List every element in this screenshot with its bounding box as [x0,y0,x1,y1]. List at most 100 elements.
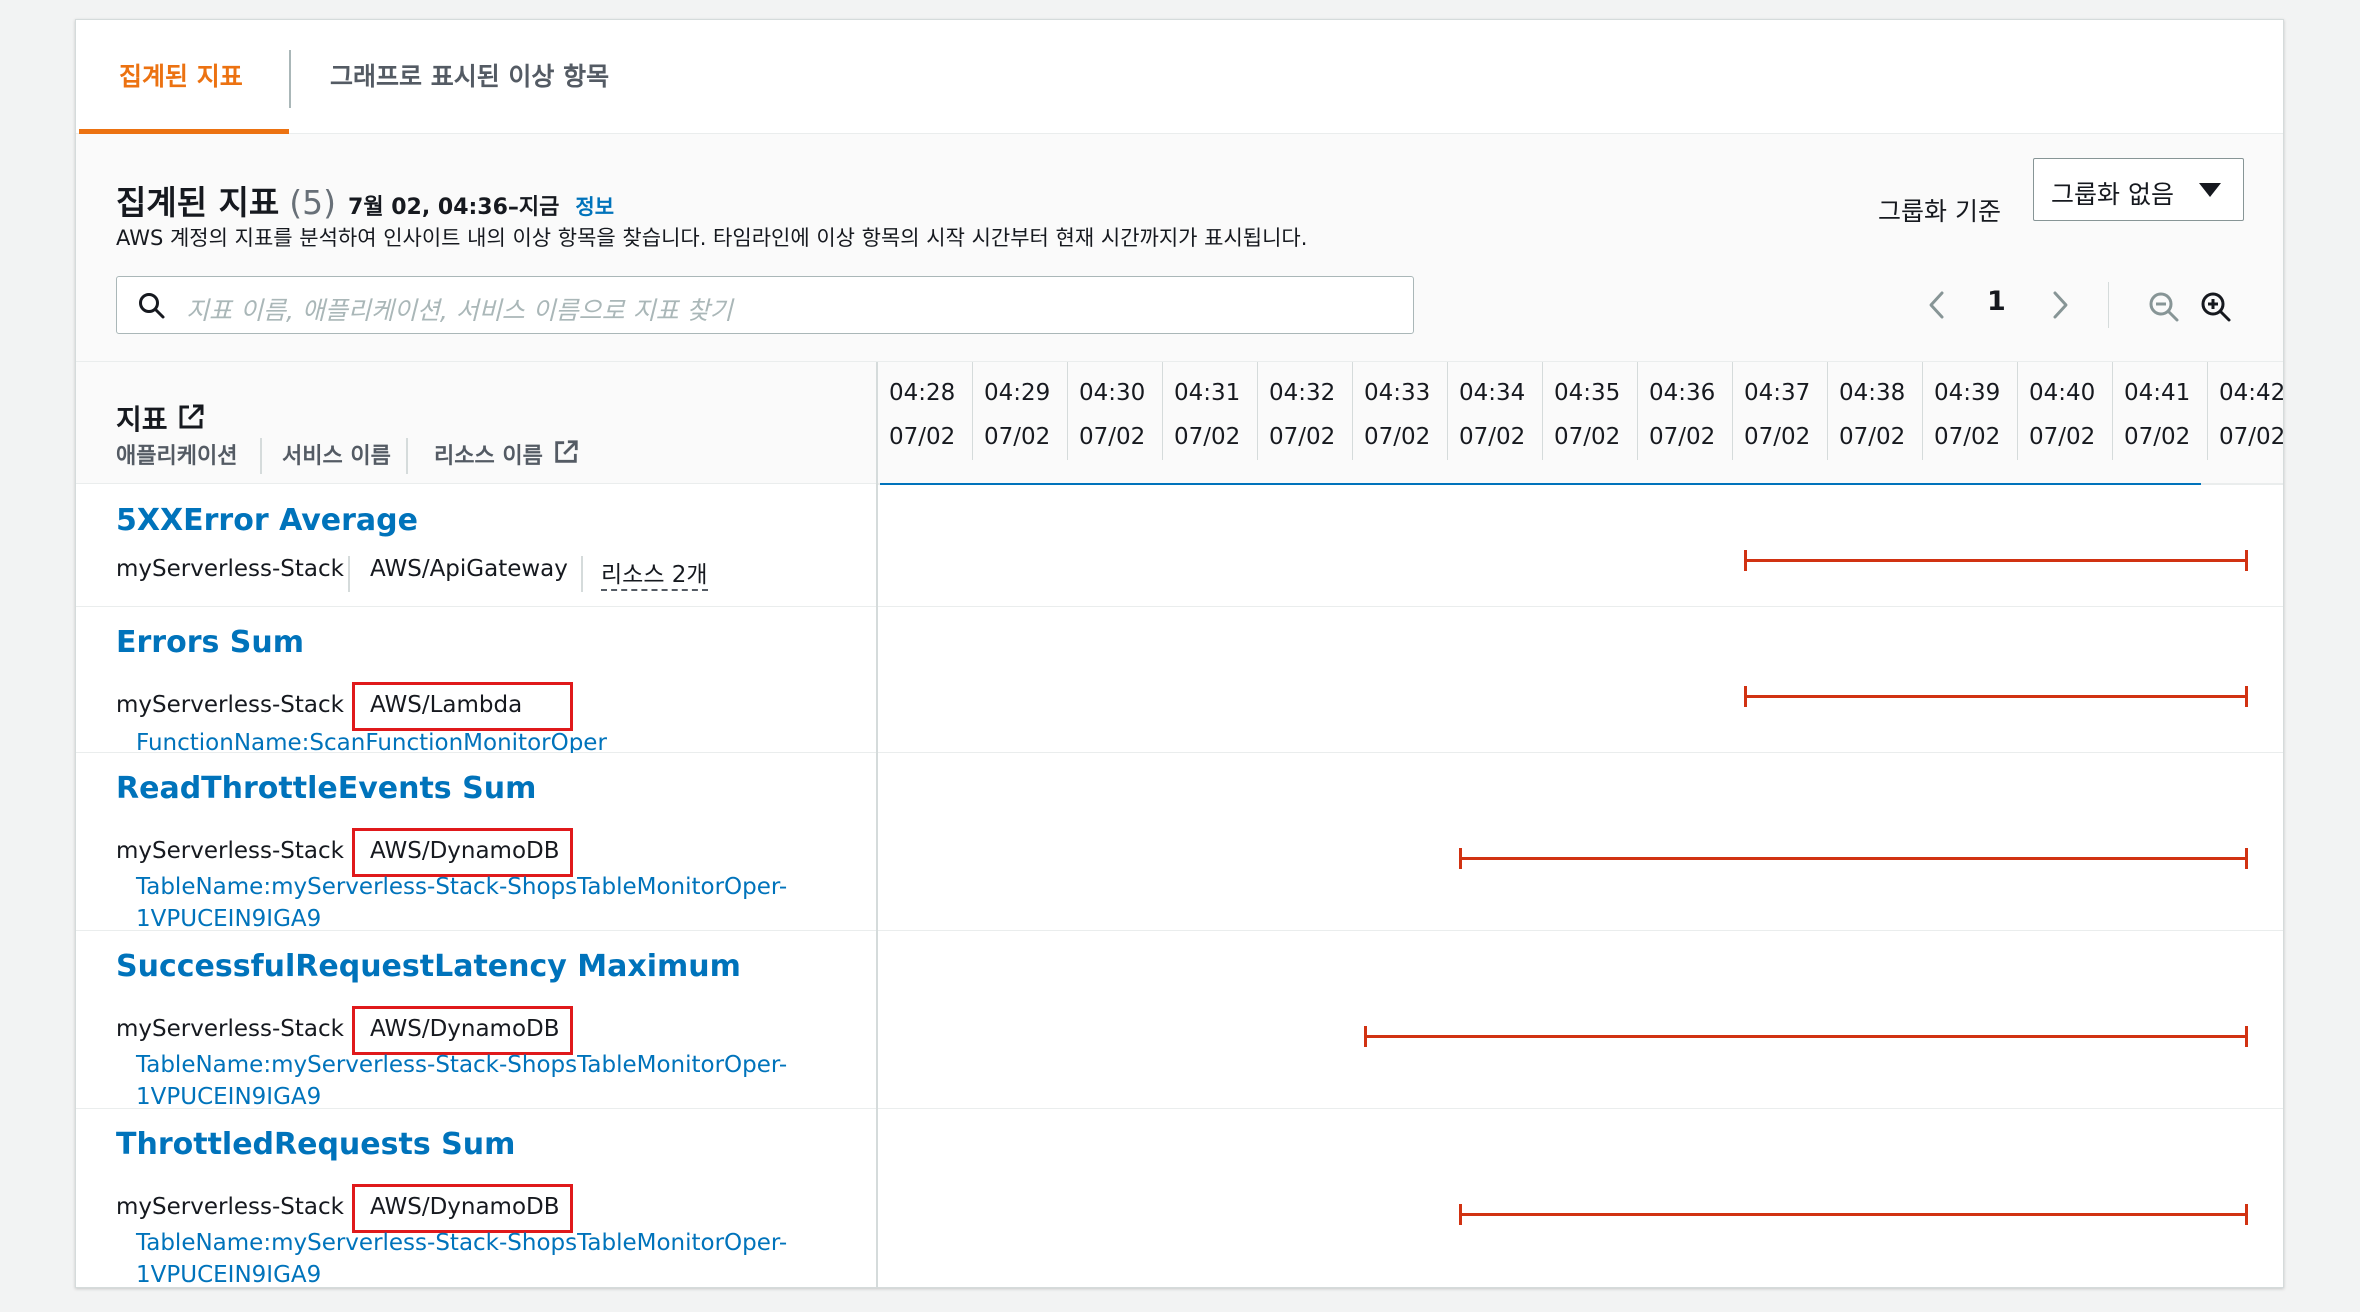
timeline-date-label: 07/02 [1174,424,1241,450]
resource-name-link[interactable]: TableName:myServerless-Stack-ShopsTableM… [136,1227,788,1287]
timeline-column-divider [2112,362,2113,460]
timeline-column-divider [2017,362,2018,460]
group-by-label: 그룹화 기준 [1878,197,2001,226]
external-link-icon[interactable] [176,402,206,432]
next-page-icon[interactable] [2046,282,2076,328]
resource-name-link[interactable]: TableName:myServerless-Stack-ShopsTableM… [136,1049,787,1113]
caret-down-icon [2199,183,2221,197]
timeline-time-label: 04:34 [1459,380,1526,406]
timeline-date-label: 07/02 [2124,424,2191,450]
tab-aggregated-metrics[interactable]: 집계된 지표 [119,20,243,134]
resource-name-line: TableName:myServerless-Stack-ShopsTableM… [136,1230,788,1256]
metric-name-link[interactable]: 5XXError Average [116,503,418,538]
timeline-column: 04:30 07/02 [1068,362,1163,462]
timeline-column: 04:41 07/02 [2113,362,2208,462]
service-highlight-box [352,828,573,877]
title-row: 집계된 지표 (5) 7월 02, 04:36–지금 정보 [116,176,614,224]
resource-column-header: 리소스 이름 [434,444,543,469]
search-placeholder: 지표 이름, 애플리케이션, 서비스 이름으로 지표 찾기 [186,296,733,325]
timeline-date-label: 07/02 [1649,424,1716,450]
section-description: AWS 계정의 지표를 분석하여 인사이트 내의 이상 항목을 찾습니다. 타임… [116,226,1308,250]
timeline-column-divider [1922,362,1923,460]
timeline-column-divider [1637,362,1638,460]
tab-bar: 집계된 지표 그래프로 표시된 이상 항목 [76,20,2283,134]
application-column-header: 애플리케이션 [116,444,238,469]
timeline-column-divider [1067,362,1068,460]
timeline-date-label: 07/02 [1459,424,1526,450]
timeline-time-label: 04:37 [1744,380,1811,406]
timeline-time-label: 04:32 [1269,380,1336,406]
timeline-date-label: 07/02 [1744,424,1811,450]
timeline-column: 04:36 07/02 [1638,362,1733,462]
metric-name-link[interactable]: Errors Sum [116,625,304,660]
timeline-date-label: 07/02 [1364,424,1431,450]
timeline-column-divider [1447,362,1448,460]
timeline-time-label: 04:36 [1649,380,1716,406]
application-name: myServerless-Stack [116,1016,344,1042]
section-header: 집계된 지표 (5) 7월 02, 04:36–지금 정보 AWS 계정의 지표… [76,134,2283,362]
timeline-column: 04:39 07/02 [1923,362,2018,462]
timeline-column: 04:29 07/02 [973,362,1068,462]
application-name: myServerless-Stack [116,838,344,864]
resources-count[interactable]: 리소스 2개 [601,555,708,591]
timeline-column-divider [876,362,878,1287]
application-name: myServerless-Stack [116,692,344,718]
external-link-icon[interactable] [552,438,580,466]
table-row: ThrottledRequests Sum myServerless-Stack… [76,1109,2283,1287]
timeline-time-label: 04:30 [1079,380,1146,406]
service-name: AWS/ApiGateway [370,556,568,582]
timeline-time-label: 04:35 [1554,380,1621,406]
timeline-column-divider [1732,362,1733,460]
timeline-column: 04:35 07/02 [1543,362,1638,462]
table-row: 5XXError Average myServerless-Stack AWS/… [76,485,2283,607]
timeline-column-divider [2207,362,2208,460]
previous-page-icon[interactable] [1921,282,1951,328]
table-row: Errors Sum myServerless-Stack AWS/Lambda… [76,607,2283,756]
resource-name-line: TableName:myServerless-Stack-ShopsTableM… [136,874,788,900]
service-highlight-box [352,1184,573,1233]
timeline-column-divider [972,362,973,460]
resource-name-line: TableName:myServerless-Stack-ShopsTableM… [136,1052,788,1078]
timeline-date-label: 07/02 [984,424,1051,450]
application-name: myServerless-Stack [116,1194,344,1220]
current-page-number[interactable]: 1 [1987,286,2006,317]
timeline-column: 04:37 07/02 [1733,362,1828,462]
timeline-date-label: 07/02 [1079,424,1146,450]
zoom-out-icon[interactable] [2147,290,2181,324]
timeline-time-label: 04:42 [2219,380,2284,406]
timeline-date-label: 07/02 [2219,424,2284,450]
timeline-date-label: 07/02 [1269,424,1336,450]
timeline-column-divider [1162,362,1163,460]
timeline-time-label: 04:29 [984,380,1051,406]
timeline-column: 04:28 07/02 [878,362,973,462]
zoom-in-icon[interactable] [2199,290,2233,324]
timeline-column: 04:34 07/02 [1448,362,1543,462]
timeline-column: 04:40 07/02 [2018,362,2113,462]
metric-name-link[interactable]: ReadThrottleEvents Sum [116,771,536,806]
service-highlight-box [352,1006,573,1055]
pagination-divider [2108,282,2109,328]
timeline-date-label: 07/02 [889,424,956,450]
page-title: 집계된 지표 [116,183,280,222]
timeline-time-label: 04:40 [2029,380,2096,406]
timeline-column: 04:32 07/02 [1258,362,1353,462]
metric-name-link[interactable]: ThrottledRequests Sum [116,1127,515,1162]
metric-name-link[interactable]: SuccessfulRequestLatency Maximum [116,949,741,984]
timeline-date-label: 07/02 [1839,424,1906,450]
search-icon [139,293,165,319]
timeline-header: 04:28 07/02 04:29 07/02 04:30 07/02 04:31 07/02… [878,362,2284,462]
timeline-time-label: 04:28 [889,380,956,406]
timeline-column: 04:33 07/02 [1353,362,1448,462]
cell-divider [348,556,350,592]
insights-panel: 집계된 지표 그래프로 표시된 이상 항목 집계된 지표 (5) 7월 02, … [75,19,2284,1288]
timeline-column: 04:38 07/02 [1828,362,1923,462]
time-range: 7월 02, 04:36–지금 [348,195,560,220]
metric-search-input[interactable]: 지표 이름, 애플리케이션, 서비스 이름으로 지표 찾기 [116,276,1414,334]
resource-name-link[interactable]: TableName:myServerless-Stack-ShopsTableM… [136,871,787,935]
cell-divider [581,556,583,592]
group-by-select[interactable]: 그룹화 없음 [2033,158,2244,221]
tab-graphed-anomalies[interactable]: 그래프로 표시된 이상 항목 [330,20,609,134]
timeline-date-label: 07/02 [2029,424,2096,450]
service-column-header: 서비스 이름 [282,444,391,469]
info-link[interactable]: 정보 [575,191,614,221]
